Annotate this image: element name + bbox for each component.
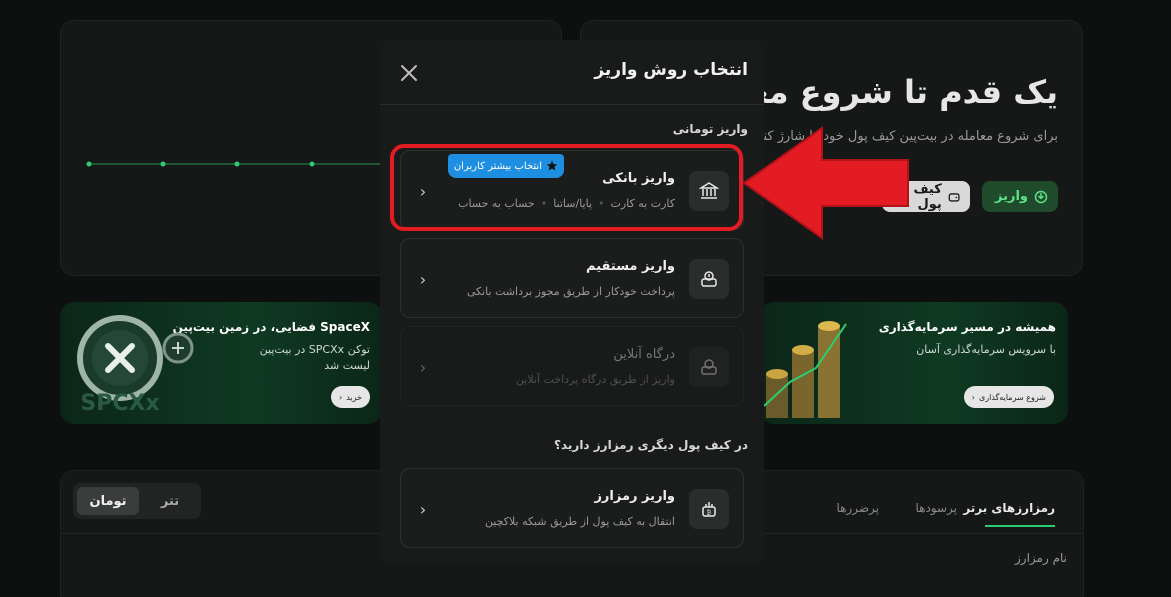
modal-divider [380,104,764,105]
option-crypto-title: واریز رمزارز [594,489,675,504]
hero-deposit-button[interactable]: واریز [982,181,1058,212]
option-gateway-description: واریز از طریق درگاه پرداخت آنلاین [515,373,675,386]
option-online-gateway: درگاه آنلاین واریز از طریق درگاه پرداخت … [400,326,744,406]
spcx-coin-text: SPCXx [80,391,159,416]
direct-deposit-icon [689,259,729,299]
tab-gainers[interactable]: پرسودها [915,501,957,515]
tab-losers[interactable]: پرضررها [836,501,879,515]
option-gateway-title: درگاه آنلاین [613,347,675,362]
tab-top-cryptos[interactable]: رمزارزهای برتر [963,501,1055,515]
banner-left-subtitle: توکن SPCXx در بیت‌پین لیست شد [260,342,370,374]
hero-deposit-label: واریز [995,189,1028,204]
deposit-icon [1034,190,1048,203]
chevron-left-icon: ‹ [419,269,427,289]
option-direct-description: پرداخت خودکار از طریق مجوز برداشت بانکی [466,285,675,298]
red-arrow-icon [742,126,909,240]
option-crypto-description: انتقال به کیف پول از طریق شبکه بلاکچین [484,515,675,528]
chevron-left-icon: ‹ [419,499,427,519]
close-icon[interactable] [398,62,420,84]
gateway-icon [689,347,729,387]
currency-toman[interactable]: تومان [77,487,139,515]
section-crypto-deposit: در کیف پول دیگری رمزارز دارید؟ [554,438,748,452]
spacex-banner[interactable]: SpaceX فضایی، در زمین بیت‌پین توکن SPCXx… [60,302,382,424]
banner-left-buy-button[interactable]: خرید ‹ [331,386,370,408]
coin-stacks-icon [763,321,847,418]
currency-tether[interactable]: تتر [143,487,197,515]
wallet-icon [948,192,960,202]
chevron-left-icon: ‹ [339,392,343,402]
chevron-left-icon: ‹ [419,357,427,377]
currency-toggle: تومان تتر [73,483,201,519]
column-crypto-name: نام رمزارز [1014,551,1067,565]
banner-right-title: همیشه در مسیر سرمایه‌گذاری [878,320,1056,334]
investment-banner[interactable]: همیشه در مسیر سرمایه‌گذاری با سرویس سرما… [760,302,1068,424]
highlight-ring [390,144,743,231]
banner-left-subtitle-line1: توکن SPCXx در بیت‌پین [259,343,370,356]
deposit-method-modal: انتخاب روش واریز واریز تومانی واریز بانک… [380,40,764,564]
svg-text:₿: ₿ [707,510,712,517]
banner-left-buy-label: خرید [346,392,362,402]
banner-right-start-label: شروع سرمایه‌گذاری [978,392,1046,402]
crypto-deposit-icon: ₿ [689,489,729,529]
banner-right-start-button[interactable]: شروع سرمایه‌گذاری ‹ [963,386,1054,408]
option-crypto-deposit[interactable]: ₿ واریز رمزارز انتقال به کیف پول از طریق… [400,468,744,548]
active-tab-indicator [985,525,1055,527]
chevron-left-icon: ‹ [971,392,975,402]
section-toman-deposit: واریز تومانی [672,122,748,136]
option-direct-deposit[interactable]: واریز مستقیم پرداخت خودکار از طریق مجوز … [400,238,744,318]
banner-right-subtitle: با سرویس سرمایه‌گذاری آسان [916,343,1056,356]
modal-title: انتخاب روش واریز [594,60,748,80]
option-direct-title: واریز مستقیم [586,259,675,274]
banner-left-subtitle-line2: لیست شد [324,359,370,372]
spcx-coin-icon: SPCXx [77,315,194,416]
